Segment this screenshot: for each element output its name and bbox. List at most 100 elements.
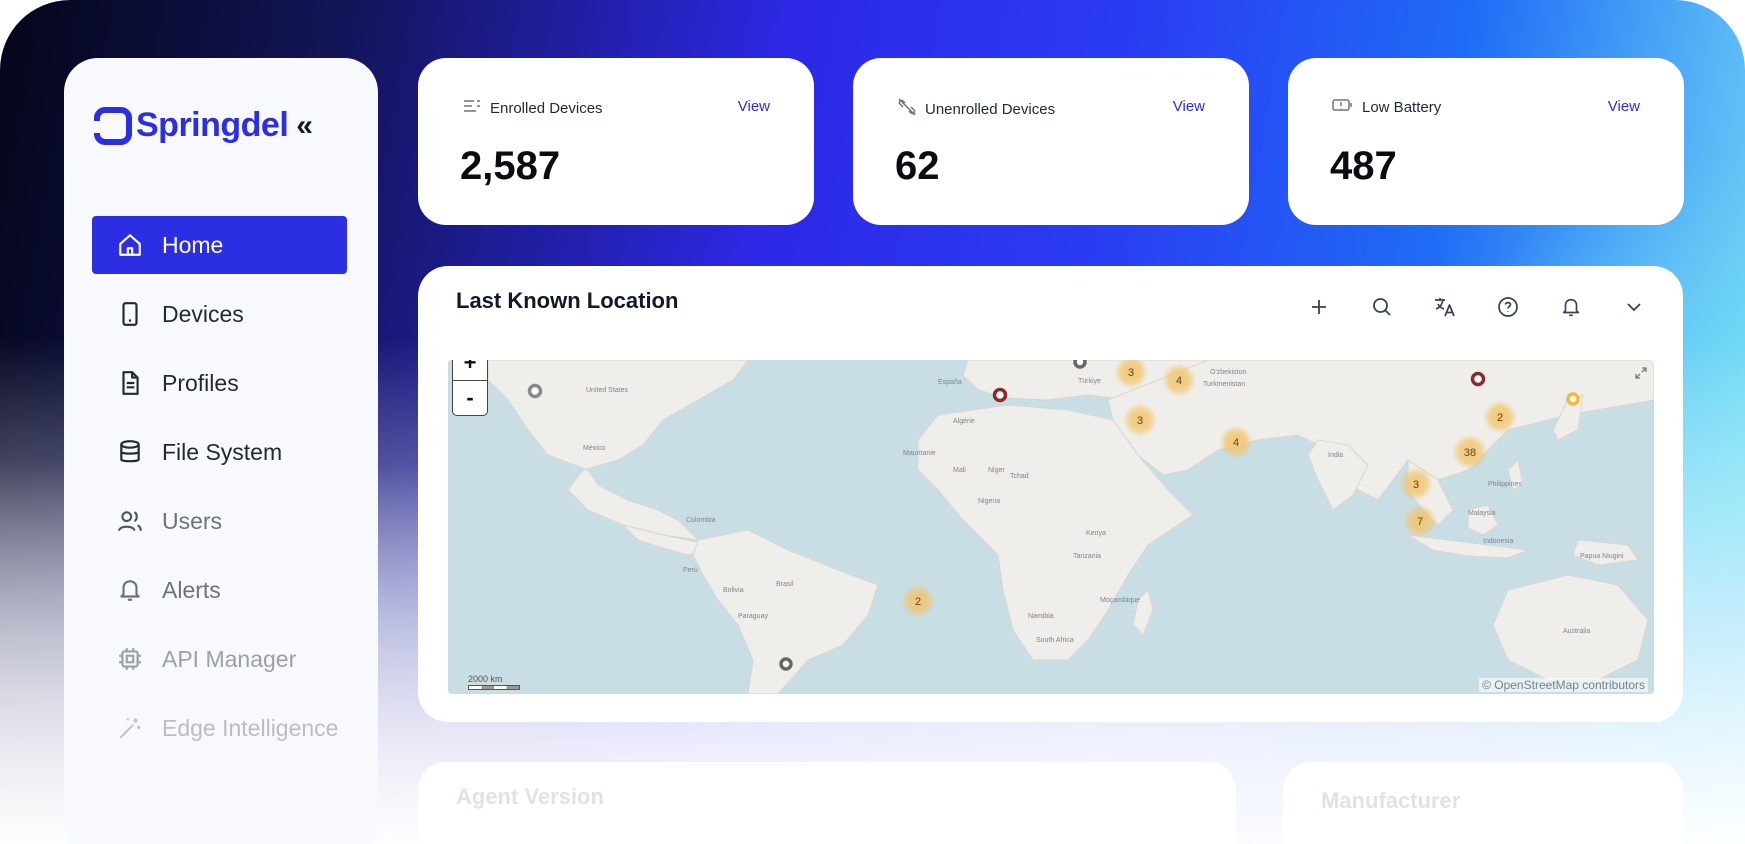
last-known-location-card: Last Known Location + - United States Mé… xyxy=(418,266,1683,722)
sidebar-item-devices[interactable]: Devices xyxy=(92,285,347,343)
stat-card-enrolled: Enrolled Devices View 2,587 xyxy=(418,58,814,225)
map-canvas: United States México Colombia Perú Boliv… xyxy=(448,360,1654,694)
stat-value: 62 xyxy=(895,144,940,188)
map-label: Bolivia xyxy=(723,587,744,594)
map-label: Kenya xyxy=(1086,530,1106,537)
map-label: Indonesia xyxy=(1483,538,1513,545)
stat-value: 487 xyxy=(1330,144,1397,188)
stat-title: Unenrolled Devices xyxy=(925,101,1056,118)
zoom-control: + - xyxy=(452,360,488,416)
svg-text:38: 38 xyxy=(1464,447,1476,459)
sidebar-item-label: Alerts xyxy=(162,576,221,603)
device-cluster[interactable]: 3 xyxy=(1399,467,1433,501)
sidebar-item-alerts[interactable]: Alerts xyxy=(92,561,347,619)
sidebar-item-label: File System xyxy=(162,438,283,465)
map-label: United States xyxy=(586,387,629,394)
zoom-out-button[interactable]: - xyxy=(453,380,487,415)
device-cluster[interactable]: 2 xyxy=(901,584,935,618)
sidebar-item-label: Users xyxy=(162,507,223,534)
card-title: Last Known Location xyxy=(456,288,679,313)
stat-card-unenrolled: Unenrolled Devices View 62 xyxy=(853,58,1249,225)
svg-text:3: 3 xyxy=(1413,479,1419,491)
svg-text:4: 4 xyxy=(1233,437,1239,449)
map-label: Brasil xyxy=(776,581,794,588)
device-cluster[interactable]: 7 xyxy=(1403,504,1437,538)
map-attribution[interactable]: © OpenStreetMap contributors xyxy=(1479,678,1648,692)
card-toolbar xyxy=(1271,292,1649,322)
sidebar-item-file-system[interactable]: File System xyxy=(92,423,347,481)
map-label: Australia xyxy=(1563,628,1590,635)
expand-icon[interactable] xyxy=(1634,366,1648,380)
device-cluster[interactable]: 38 xyxy=(1452,434,1488,470)
app-name: Springdel xyxy=(136,106,289,144)
svg-text:3: 3 xyxy=(1137,415,1143,427)
map-label: Moçambique xyxy=(1100,597,1140,604)
sidebar-item-api-manager[interactable]: API Manager xyxy=(92,630,347,688)
device-marker[interactable] xyxy=(527,383,543,399)
device-marker[interactable] xyxy=(992,387,1008,403)
sidebar-item-users[interactable]: Users xyxy=(92,492,347,550)
sidebar-item-label: Edge Intelligence xyxy=(162,714,339,741)
brand-logo[interactable]: Springdel « xyxy=(92,106,313,145)
map-label: Tchad xyxy=(1010,473,1029,480)
database-icon xyxy=(116,438,144,466)
map-label: Türkiye xyxy=(1078,378,1101,385)
users-icon xyxy=(116,507,144,535)
device-marker[interactable] xyxy=(1566,392,1580,406)
map-label: Paraguay xyxy=(738,613,768,620)
svg-text:7: 7 xyxy=(1417,516,1423,528)
chevron-down-icon[interactable] xyxy=(1619,292,1649,322)
map-label: Nigeria xyxy=(978,498,1000,505)
map-scale-bar xyxy=(468,685,520,690)
bell-icon xyxy=(116,576,144,604)
svg-text:3: 3 xyxy=(1128,367,1134,379)
map-label: Philippines xyxy=(1488,481,1522,488)
battery-low-icon xyxy=(1332,98,1354,117)
map-label: South Africa xyxy=(1036,637,1074,644)
card-title: Manufacturer xyxy=(1321,788,1461,813)
stat-title: Enrolled Devices xyxy=(490,100,603,117)
search-icon[interactable] xyxy=(1367,292,1397,322)
collapse-sidebar-icon[interactable]: « xyxy=(296,109,313,143)
view-enrolled-link[interactable]: View xyxy=(738,98,770,115)
plus-icon[interactable] xyxy=(1304,292,1334,322)
view-low-battery-link[interactable]: View xyxy=(1608,98,1640,115)
bell-icon[interactable] xyxy=(1556,292,1586,322)
stat-value: 2,587 xyxy=(460,144,561,188)
chip-icon xyxy=(116,645,144,673)
translate-icon[interactable] xyxy=(1430,292,1460,322)
device-cluster[interactable]: 4 xyxy=(1219,425,1253,459)
stat-card-low-battery: Low Battery View 487 xyxy=(1288,58,1684,225)
sidebar: Springdel « Home Devices Profiles File S… xyxy=(64,58,378,844)
device-marker[interactable] xyxy=(1470,371,1486,387)
sidebar-item-edge-intelligence[interactable]: Edge Intelligence xyxy=(92,699,347,757)
world-map[interactable]: + - United States México Colombia Perú B… xyxy=(448,360,1654,694)
map-label: México xyxy=(583,445,605,452)
sidebar-item-home[interactable]: Home xyxy=(92,216,347,274)
map-label: India xyxy=(1328,452,1343,459)
svg-text:2: 2 xyxy=(915,596,921,608)
map-label: O'zbekiston xyxy=(1210,369,1246,376)
map-label: Algérie xyxy=(953,418,975,425)
sidebar-item-label: Home xyxy=(162,231,224,258)
map-label: Niger xyxy=(988,467,1005,474)
card-title: Agent Version xyxy=(456,784,604,809)
map-label: España xyxy=(938,379,962,386)
device-marker[interactable] xyxy=(779,657,793,671)
magic-wand-icon xyxy=(116,714,144,742)
device-marker[interactable] xyxy=(1073,360,1087,369)
logo-icon xyxy=(92,106,132,145)
map-label: Namibia xyxy=(1028,613,1054,620)
device-cluster[interactable]: 4 xyxy=(1162,363,1196,397)
agent-version-card: Agent Version xyxy=(418,762,1236,844)
view-unenrolled-link[interactable]: View xyxy=(1173,98,1205,115)
device-cluster[interactable]: 2 xyxy=(1483,400,1517,434)
map-label: Malaysia xyxy=(1468,510,1496,517)
sidebar-item-profiles[interactable]: Profiles xyxy=(92,354,347,412)
sidebar-nav: Home Devices Profiles File System Users … xyxy=(92,216,347,768)
map-label: Tanzania xyxy=(1073,553,1101,560)
help-icon[interactable] xyxy=(1493,292,1523,322)
unlink-icon xyxy=(897,98,917,121)
device-cluster[interactable]: 3 xyxy=(1123,403,1157,437)
zoom-in-button[interactable]: + xyxy=(453,360,487,380)
